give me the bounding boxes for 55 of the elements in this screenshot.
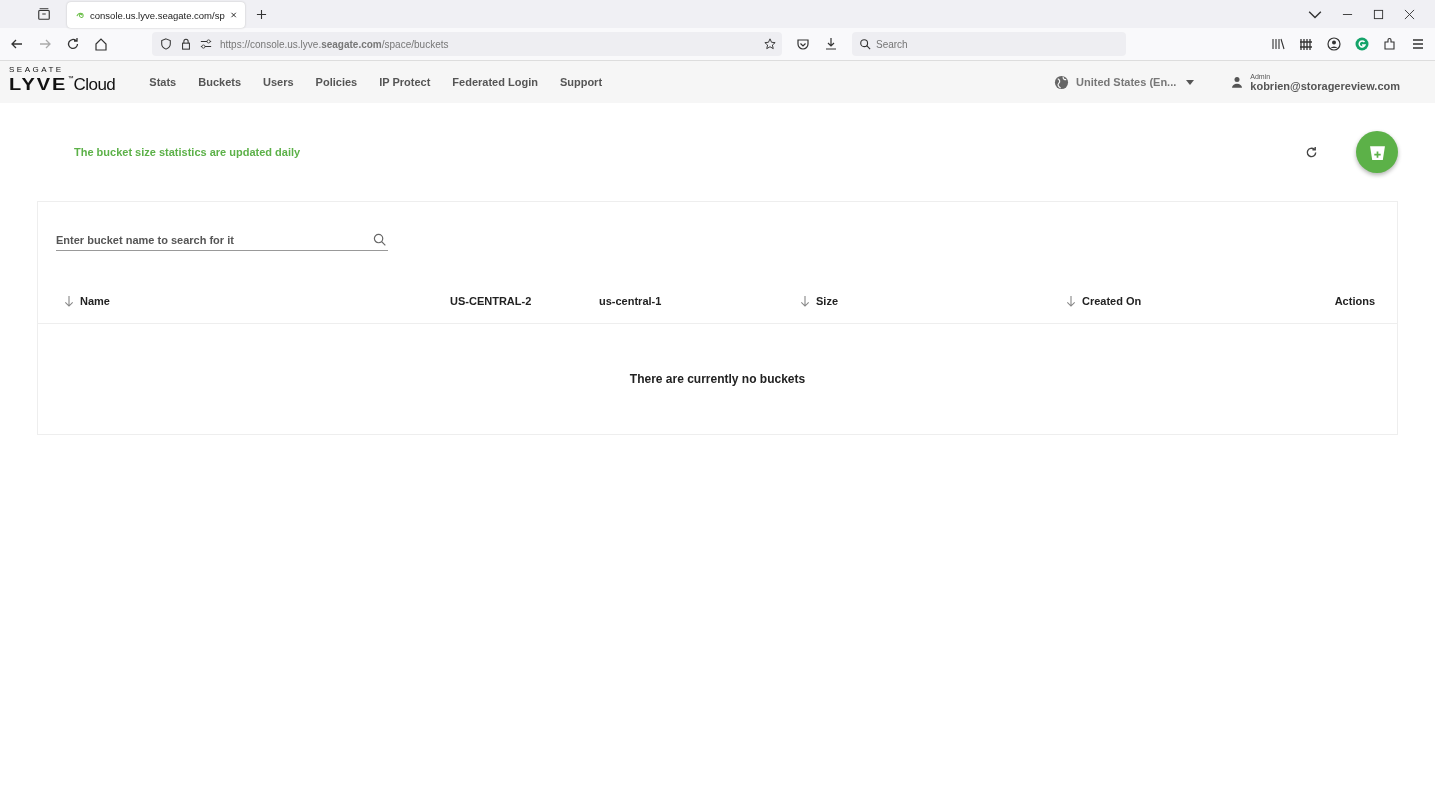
- browser-tab[interactable]: console.us.lyve.seagate.com/sp: [67, 2, 245, 28]
- menu-icon[interactable]: [1411, 37, 1425, 51]
- nav-link[interactable]: IP Protect: [379, 76, 431, 88]
- person-icon: [1232, 76, 1243, 88]
- logo-product-text: Cloud: [73, 74, 116, 95]
- nav-link[interactable]: Support: [559, 76, 603, 88]
- maximize-icon[interactable]: [1373, 8, 1384, 20]
- star-icon[interactable]: [764, 38, 776, 50]
- nav-link[interactable]: Users: [263, 76, 294, 88]
- search-icon: [859, 38, 871, 50]
- url-text: https://console.us.lyve.seagate.com/space/buckets: [220, 38, 449, 50]
- shield-icon[interactable]: [160, 38, 172, 50]
- column-header[interactable]: us-central-1: [599, 295, 662, 307]
- close-icon[interactable]: [229, 11, 237, 19]
- column-header[interactable]: Created On: [1082, 295, 1142, 307]
- download-icon[interactable]: [824, 37, 838, 51]
- column-header[interactable]: Name: [80, 295, 110, 307]
- search-icon: [373, 233, 386, 246]
- column-header[interactable]: Actions: [1334, 295, 1375, 307]
- sort-arrow-icon[interactable]: [64, 295, 74, 307]
- caret-icon: [1186, 79, 1195, 85]
- g-extension-icon[interactable]: [1355, 37, 1369, 51]
- region-selector[interactable]: United States (En...: [1054, 74, 1195, 90]
- reload-icon[interactable]: [66, 37, 80, 51]
- user-email: kobrien@storagereview.com: [1250, 79, 1400, 92]
- back-arrow-icon[interactable]: [10, 37, 24, 51]
- sort-arrow-icon[interactable]: [800, 295, 810, 307]
- column-header[interactable]: Size: [816, 295, 838, 307]
- fence-icon[interactable]: [1299, 37, 1313, 51]
- new-tab-icon[interactable]: [256, 8, 267, 20]
- refresh-icon[interactable]: [1305, 145, 1318, 159]
- notice-text: The bucket size statistics are updated daily: [74, 146, 301, 158]
- empty-state-text: There are currently no buckets: [629, 372, 806, 386]
- column-header[interactable]: US-CENTRAL-2: [450, 295, 532, 307]
- logo-wordmark: LYVE: [9, 76, 68, 92]
- sort-arrow-icon[interactable]: [1066, 295, 1076, 307]
- home-icon[interactable]: [94, 37, 108, 51]
- pocket-icon[interactable]: [796, 37, 810, 51]
- lock-icon[interactable]: [180, 38, 192, 50]
- nav-link[interactable]: Federated Login: [452, 76, 538, 88]
- library-icon[interactable]: [1271, 37, 1285, 51]
- close-icon[interactable]: [1404, 8, 1415, 20]
- add-bucket-button[interactable]: [1356, 131, 1398, 173]
- browser-search-field[interactable]: Search: [852, 32, 1126, 56]
- sliders-icon[interactable]: [200, 38, 212, 50]
- tab-overview-icon[interactable]: [37, 7, 51, 21]
- logo-maker-text: SEAGATE: [9, 65, 65, 74]
- nav-link[interactable]: Buckets: [198, 76, 242, 88]
- bucket-plus-icon: [1368, 143, 1386, 161]
- globe-icon: [1054, 74, 1070, 90]
- nav-link[interactable]: Stats: [149, 76, 177, 88]
- puzzle-icon[interactable]: [1383, 37, 1397, 51]
- account-icon[interactable]: [1327, 37, 1341, 51]
- nav-link[interactable]: Policies: [315, 76, 358, 88]
- address-bar[interactable]: https://console.us.lyve.seagate.com/space/buckets: [152, 32, 782, 56]
